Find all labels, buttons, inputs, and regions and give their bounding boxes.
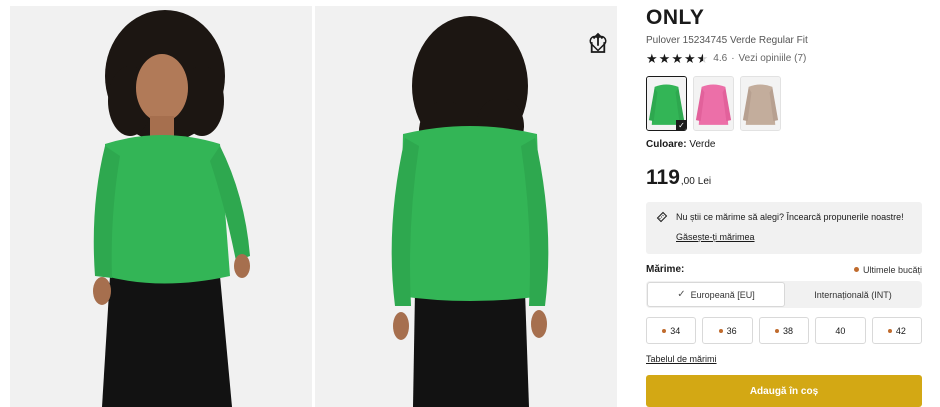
product-subtitle: Pulover 15234745 Verde Regular Fit [646, 35, 808, 46]
star-icon: ★ [658, 51, 671, 66]
low-stock-dot-icon [775, 328, 779, 333]
color-label-value: Verde [689, 139, 716, 150]
price: 119 ,00 Lei [646, 166, 922, 190]
low-stock-dot-icon [718, 328, 723, 333]
size-title: Mărime: [646, 264, 685, 275]
brand-name[interactable]: ONLY [646, 6, 922, 30]
product-photo-front[interactable] [10, 6, 312, 407]
add-to-cart-button[interactable]: Adaugă în coș [646, 375, 922, 407]
size-advice-text: Nu știi ce mărime să alegi? Încearcă pro… [676, 212, 904, 222]
size-advice-line: Nu știi ce mărime să alegi? Încearcă pro… [656, 211, 912, 223]
size-options: 34 36 38 40 42 [646, 317, 923, 344]
size-option-label: 36 [726, 325, 737, 336]
selected-check-icon: ✓ [676, 120, 686, 130]
star-icon: ★ [683, 51, 696, 66]
size-option-label: 42 [895, 325, 906, 336]
last-items-label: Ultimele bucăți [862, 264, 922, 275]
share-button[interactable] [589, 32, 607, 68]
rating-stars: ★ ★ ★ ★ ★ [646, 52, 708, 65]
reviews-link[interactable]: Vezi opiniile (7) [739, 53, 807, 64]
size-system-int-label: Internațională (INT) [814, 289, 892, 300]
size-option-34[interactable]: 34 [646, 317, 697, 344]
half-star-icon: ★ [696, 51, 709, 66]
ruler-tag-icon [656, 211, 668, 223]
color-swatch-green[interactable]: ✓ [646, 76, 687, 131]
model-front-photo [10, 6, 312, 407]
low-stock-dot-icon [887, 328, 892, 333]
product-photo-back[interactable] [315, 6, 617, 407]
share-icon [590, 32, 606, 53]
color-swatches: ✓ [646, 76, 922, 131]
size-advice-box: Nu știi ce mărime să alegi? Încearcă pro… [646, 202, 922, 254]
color-label: Culoare: Verde [646, 139, 922, 150]
size-option-label: 40 [835, 325, 846, 336]
size-option-label: 34 [670, 325, 681, 336]
rating-separator: · [731, 53, 735, 64]
size-option-38[interactable]: 38 [758, 317, 810, 344]
price-decimals: ,00 [680, 176, 695, 187]
color-swatch-pink[interactable] [693, 76, 734, 131]
price-integer: 119 [646, 166, 680, 189]
star-icon: ★ [671, 51, 683, 66]
size-system-eu[interactable]: ✓ Europeană [EU] [647, 282, 785, 307]
size-system-int[interactable]: Internațională (INT) [785, 282, 921, 307]
size-option-40[interactable]: 40 [815, 317, 866, 344]
check-icon: ✓ [677, 289, 686, 300]
size-option-label: 38 [783, 325, 794, 336]
low-stock-dot-icon [853, 267, 859, 272]
size-option-42[interactable]: 42 [871, 317, 923, 344]
star-icon: ★ [646, 51, 658, 66]
product-info: ONLY Pulover 15234745 Verde Regular Fit … [646, 6, 923, 367]
rating-row: ★ ★ ★ ★ ★ 4.6 · Vezi opiniile (7) [646, 52, 922, 65]
size-system-toggle: ✓ Europeană [EU] Internațională (INT) [646, 281, 922, 308]
photo-actions [589, 18, 607, 68]
model-back-photo [315, 6, 617, 407]
color-swatch-beige[interactable] [740, 76, 781, 131]
color-label-title: Culoare: [646, 139, 687, 150]
find-size-link[interactable]: Găsește-ți mărimea [676, 232, 755, 242]
size-option-36[interactable]: 36 [702, 317, 753, 344]
pink-sweater-thumbnail [694, 77, 733, 130]
low-stock-dot-icon [662, 328, 667, 333]
rating-value: 4.6 [713, 53, 728, 64]
last-items-legend: Ultimele bucăți [853, 264, 922, 275]
size-header: Mărime: Ultimele bucăți [646, 264, 922, 275]
size-table-link[interactable]: Tabelul de mărimi [646, 354, 717, 364]
size-system-eu-label: Europeană [EU] [690, 289, 755, 300]
price-currency: Lei [697, 176, 712, 187]
beige-sweater-thumbnail [741, 77, 780, 130]
product-gallery [10, 6, 617, 407]
